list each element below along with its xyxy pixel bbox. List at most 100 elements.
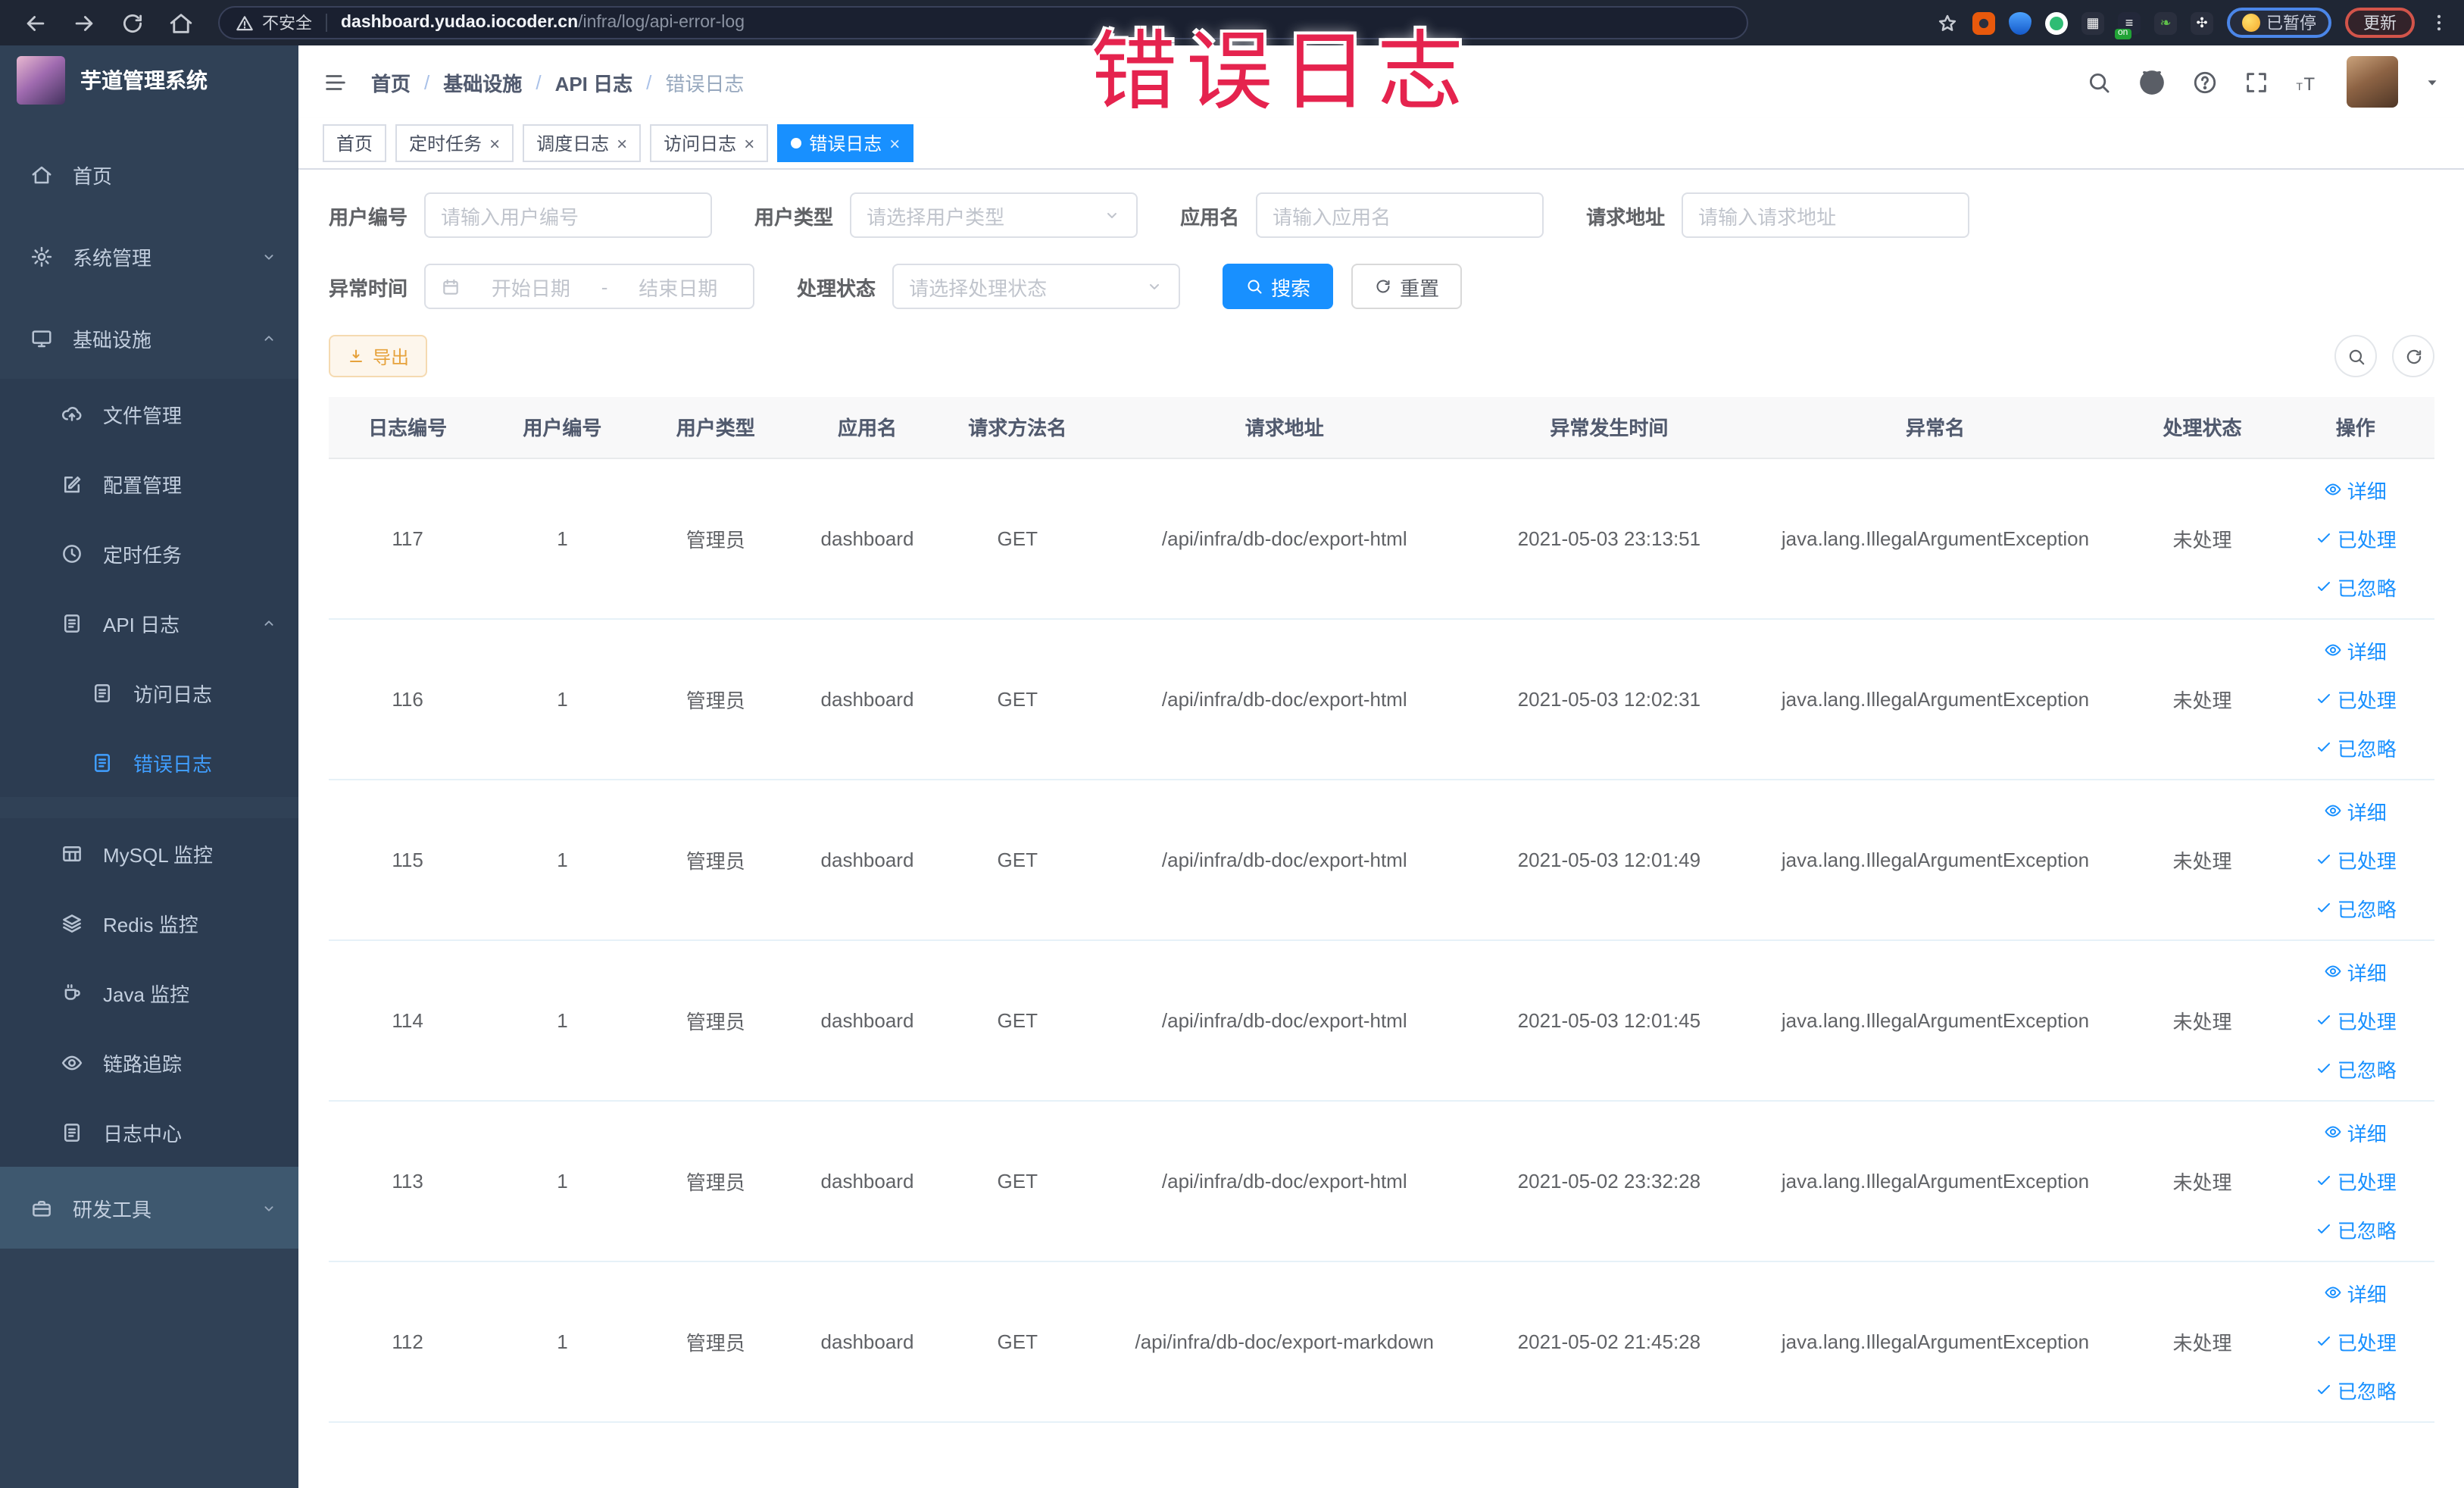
extension-icon-blue-shield[interactable] — [2009, 11, 2031, 34]
tab-item[interactable]: 定时任务 × — [395, 124, 514, 162]
paused-extension-badge[interactable]: 已暂停 — [2227, 8, 2331, 38]
sidebar-item[interactable]: 研发工具 — [0, 1167, 298, 1249]
user-id-input[interactable]: 请输入用户编号 — [424, 192, 713, 238]
sidebar-item[interactable]: 链路追踪 — [0, 1027, 298, 1097]
ignored-link[interactable]: 已忽略 — [2315, 1214, 2397, 1243]
detail-link[interactable]: 详细 — [2325, 957, 2387, 986]
ignored-link[interactable]: 已忽略 — [2315, 572, 2397, 601]
user-menu-caret-icon[interactable] — [2424, 73, 2441, 90]
extension-icon-orange[interactable] — [1972, 11, 1995, 34]
processed-link[interactable]: 已处理 — [2315, 684, 2397, 713]
logo-row[interactable]: 芋道管理系统 — [0, 45, 298, 115]
sidebar-item[interactable]: 首页 — [0, 133, 298, 215]
end-date-placeholder[interactable]: 结束日期 — [618, 272, 738, 301]
cell-user-id: 1 — [486, 618, 639, 780]
table-body: 117 1 管理员 dashboard GET/api/infra/db-doc/exp… — [329, 458, 2434, 1422]
fullscreen-icon[interactable] — [2244, 69, 2269, 95]
close-icon[interactable]: × — [889, 134, 900, 152]
sidebar: 芋道管理系统 首页 系统管理 基础设施 文件管理 配置管理 定时任务 API 日志 访问日志错… — [0, 45, 298, 1488]
back-icon[interactable] — [23, 10, 48, 36]
font-size-icon[interactable]: TT — [2295, 69, 2321, 95]
eye-icon — [2325, 962, 2343, 980]
detail-link[interactable]: 详细 — [2325, 796, 2387, 825]
sidebar-item[interactable]: 错误日志 — [0, 727, 298, 797]
tab-item[interactable]: 访问日志 × — [650, 124, 769, 162]
tab-item[interactable]: 调度日志 × — [523, 124, 642, 162]
start-date-placeholder[interactable]: 开始日期 — [471, 272, 591, 301]
processed-link[interactable]: 已处理 — [2315, 845, 2397, 874]
app-name-input[interactable]: 请输入应用名 — [1256, 192, 1544, 238]
sidebar-item[interactable]: MySQL 监控 — [0, 818, 298, 888]
processed-link[interactable]: 已处理 — [2315, 1005, 2397, 1034]
cell-url: /api/infra/db-doc/export-markdown — [1093, 1261, 1476, 1422]
sidebar-item[interactable]: 文件管理 — [0, 379, 298, 449]
home-icon[interactable] — [168, 10, 194, 36]
cloud-upload-icon — [61, 402, 83, 425]
close-icon[interactable]: × — [617, 134, 627, 152]
sidebar-item[interactable]: 基础设施 — [0, 297, 298, 379]
detail-link[interactable]: 详细 — [2325, 475, 2387, 504]
tab-item[interactable]: 首页 — [323, 124, 387, 162]
logo-image — [17, 56, 65, 105]
sidebar-item[interactable]: API 日志 — [0, 588, 298, 658]
search-button[interactable]: 搜索 — [1223, 264, 1334, 309]
sidebar-item[interactable]: Java 监控 — [0, 958, 298, 1027]
close-icon[interactable]: × — [489, 134, 500, 152]
sidebar-item[interactable]: 日志中心 — [0, 1097, 298, 1167]
ignored-link[interactable]: 已忽略 — [2315, 733, 2397, 761]
bookmark-star-icon[interactable] — [1936, 11, 1959, 34]
detail-link[interactable]: 详细 — [2325, 636, 2387, 664]
ignored-link[interactable]: 已忽略 — [2315, 1054, 2397, 1083]
address-bar[interactable]: 不安全 dashboard.yudao.iocoder.cn/infra/log… — [218, 6, 1748, 39]
security-label[interactable]: 不安全 — [262, 11, 312, 35]
tab-active[interactable]: 错误日志 × — [777, 124, 914, 162]
processed-link[interactable]: 已处理 — [2315, 524, 2397, 552]
extension-icon-vue[interactable] — [2045, 11, 2068, 34]
sidebar-item[interactable]: 定时任务 — [0, 518, 298, 588]
reload-icon[interactable] — [120, 10, 145, 36]
detail-link[interactable]: 详细 — [2325, 1118, 2387, 1146]
reset-button[interactable]: 重置 — [1351, 264, 1463, 309]
user-type-select[interactable]: 请选择用户类型 — [850, 192, 1138, 238]
update-chrome-button[interactable]: 更新 — [2345, 8, 2415, 38]
breadcrumb-item[interactable]: 基础设施 — [443, 67, 522, 96]
sidebar-item[interactable]: 访问日志 — [0, 658, 298, 727]
cell-operations: 详细 已处理 已忽略 — [2276, 618, 2434, 780]
breadcrumb-item[interactable]: 首页 — [371, 67, 411, 96]
date-range-picker[interactable]: 开始日期 - 结束日期 — [424, 264, 755, 309]
sidebar-item[interactable]: Redis 监控 — [0, 888, 298, 958]
emoji-icon — [2242, 14, 2260, 32]
column-header: 日志编号 — [329, 397, 487, 458]
detail-link[interactable]: 详细 — [2325, 1278, 2387, 1307]
cell-status: 未处理 — [2128, 458, 2277, 619]
process-status-select[interactable]: 请选择处理状态 — [892, 264, 1181, 309]
chrome-menu-icon[interactable] — [2428, 12, 2450, 33]
cell-user-type: 管理员 — [638, 779, 793, 940]
breadcrumb-item[interactable]: API 日志 — [555, 67, 633, 96]
close-icon[interactable]: × — [744, 134, 754, 152]
extension-icon-pinwheel[interactable]: ✣ — [2191, 11, 2213, 34]
ignored-link[interactable]: 已忽略 — [2315, 893, 2397, 922]
search-icon[interactable] — [2086, 69, 2112, 95]
collapse-sidebar-icon[interactable] — [323, 69, 348, 95]
extension-icon-grid[interactable]: ▦ — [2081, 11, 2104, 34]
check-icon — [2315, 529, 2333, 547]
toggle-search-button[interactable] — [2334, 335, 2377, 377]
ignored-link[interactable]: 已忽略 — [2315, 1375, 2397, 1404]
operation-links: 详细 已处理 已忽略 — [2283, 1118, 2428, 1243]
help-icon[interactable] — [2192, 69, 2218, 95]
request-url-input[interactable]: 请输入请求地址 — [1682, 192, 1970, 238]
avatar[interactable] — [2347, 56, 2398, 108]
forward-icon[interactable] — [71, 10, 97, 36]
extension-icon-switch[interactable]: ≡ on — [2115, 11, 2141, 39]
check-icon — [2315, 850, 2333, 868]
op-label: 已忽略 — [2337, 1380, 2397, 1402]
github-icon[interactable] — [2138, 67, 2166, 96]
processed-link[interactable]: 已处理 — [2315, 1166, 2397, 1195]
refresh-table-button[interactable] — [2392, 335, 2434, 377]
export-button[interactable]: 导出 — [329, 335, 428, 377]
sidebar-item[interactable]: 系统管理 — [0, 215, 298, 297]
sidebar-item[interactable]: 配置管理 — [0, 449, 298, 518]
processed-link[interactable]: 已处理 — [2315, 1327, 2397, 1355]
extension-icon-leaf[interactable]: ❧ — [2154, 11, 2177, 34]
